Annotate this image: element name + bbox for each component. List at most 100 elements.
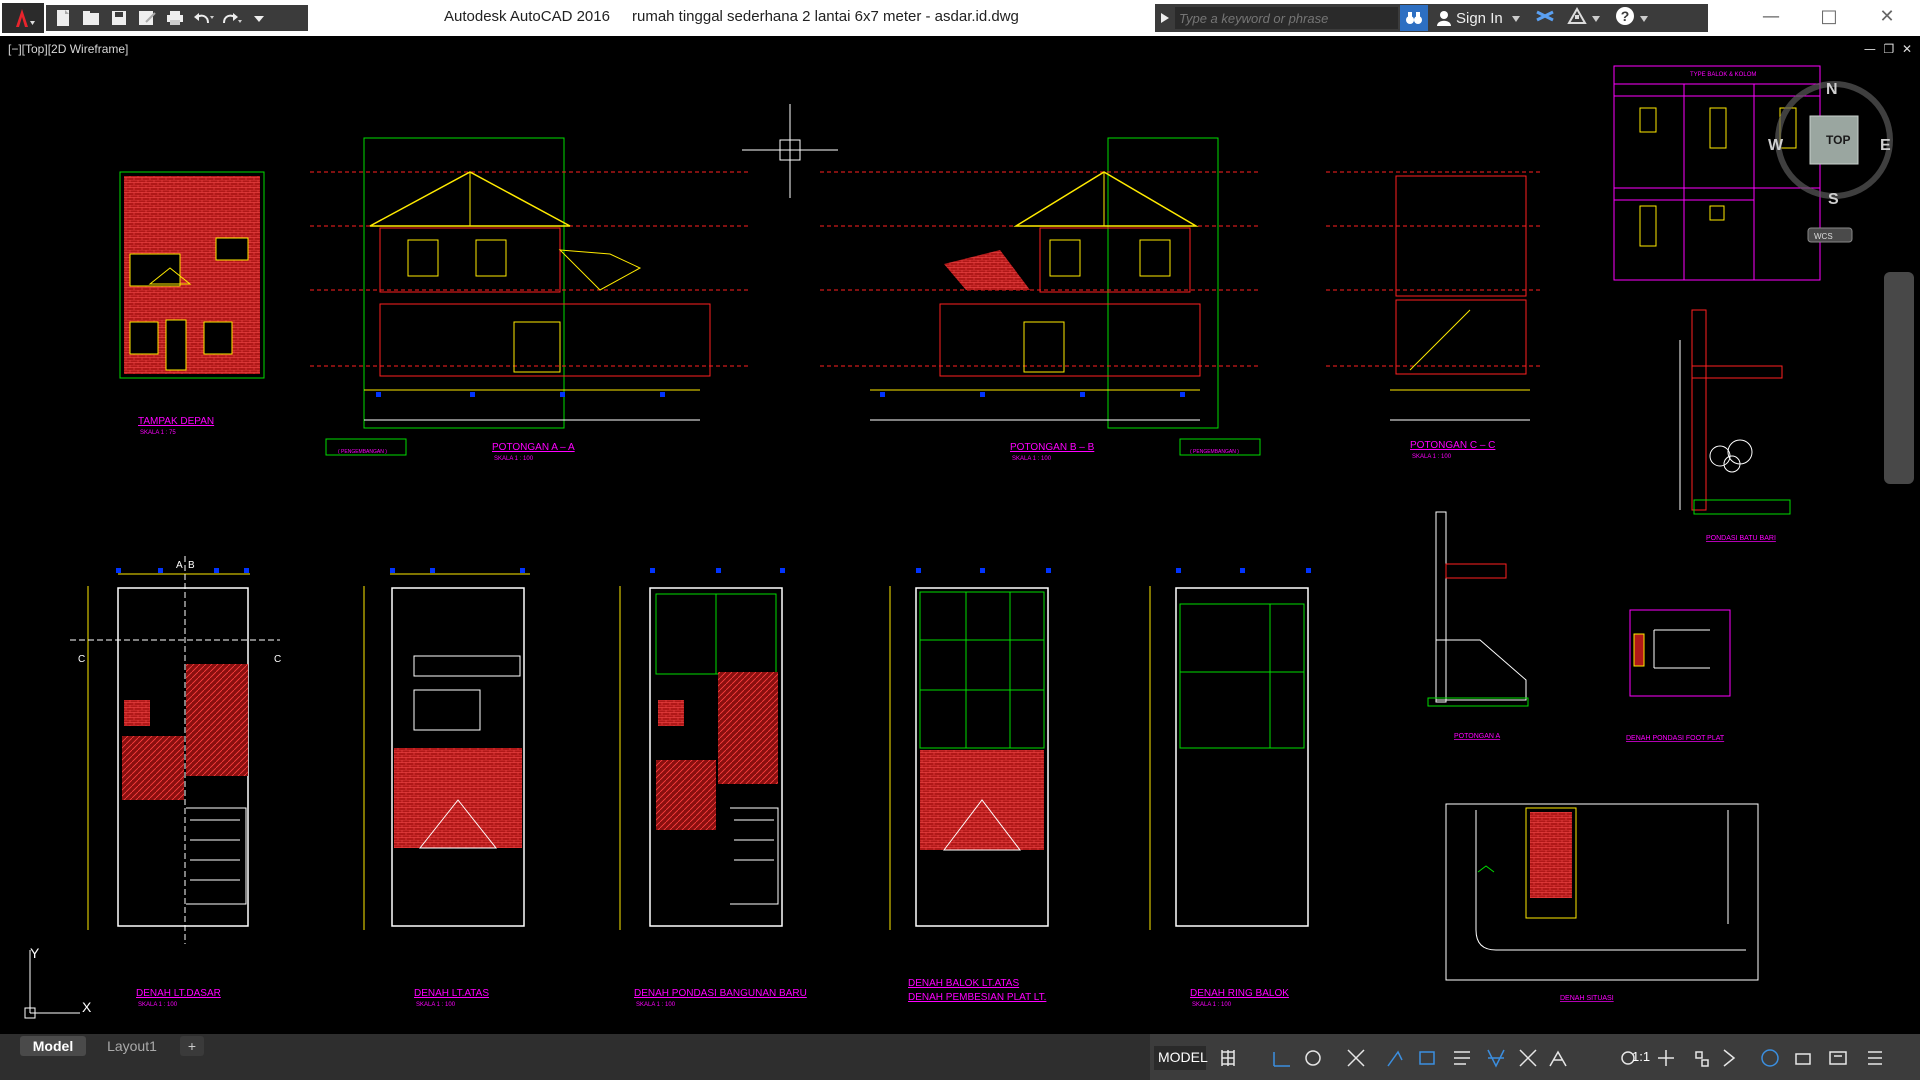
drawing-canvas[interactable]: TAMPAK DEPAN SKALA 1 : 75 ( PENGEMBANGAN… [0, 36, 1920, 1034]
pondasi-batu-detail [1679, 309, 1791, 515]
customize-toolbar-chevron-icon[interactable] [248, 8, 270, 28]
title-pondasi-foot-plat: DENAH PONDASI FOOT PLAT [1626, 735, 1725, 742]
viewcube-face-label[interactable]: TOP [1826, 133, 1850, 147]
title-bar: Autodesk AutoCAD 2016 rumah tinggal sede… [0, 0, 1920, 36]
navigation-bar[interactable] [1884, 272, 1914, 484]
title-denah-ring-balok: DENAH RING BALOK [1190, 988, 1289, 999]
title-potongan-aa: POTONGAN A – A [492, 442, 575, 453]
tab-layout1[interactable]: Layout1 [92, 1036, 172, 1056]
title-denah-balok-1: DENAH BALOK LT.ATAS [908, 978, 1019, 989]
scale-denah-pondasi: SKALA 1 : 100 [636, 1002, 676, 1008]
help-icon[interactable]: ? [1615, 6, 1635, 30]
scale-potongan-aa: SKALA 1 : 100 [494, 456, 534, 462]
save-icon[interactable] [108, 8, 130, 28]
title-denah-lt-atas: DENAH LT.ATAS [414, 988, 489, 999]
user-icon[interactable] [1436, 10, 1452, 26]
scale-denah-lt-dasar: SKALA 1 : 100 [138, 1002, 178, 1008]
title-potongan-a: POTONGAN A [1454, 733, 1500, 740]
denah-situasi-plan [1445, 803, 1759, 981]
new-file-icon[interactable] [52, 8, 74, 28]
compass-north[interactable]: N [1826, 81, 1838, 98]
ucs-x-label: X [82, 999, 92, 1015]
potongan-bb-section [820, 137, 1260, 429]
compass-west[interactable]: W [1768, 137, 1784, 154]
title-denah-situasi: DENAH SITUASI [1560, 995, 1614, 1002]
grid-icon[interactable] [1221, 1050, 1235, 1066]
svg-text:C: C [78, 654, 85, 665]
quick-access-toolbar [46, 5, 308, 31]
customization-menu-icon[interactable] [1868, 1051, 1882, 1065]
annotation-visibility-icon[interactable] [1487, 1049, 1505, 1068]
potongan-a-detail [1427, 511, 1529, 707]
annotation-scale-value[interactable]: 1:1 [1632, 1049, 1650, 1064]
open-file-icon[interactable] [80, 8, 102, 28]
save-as-icon[interactable] [136, 8, 158, 28]
auto-scale-icon[interactable] [1519, 1049, 1537, 1067]
a360-icon[interactable] [1566, 6, 1587, 29]
svg-text:B: B [188, 560, 195, 571]
minimize-button[interactable]: — [1751, 6, 1791, 30]
title-potongan-cc: POTONGAN C – C [1410, 440, 1495, 451]
scale-potongan-bb: SKALA 1 : 100 [1012, 456, 1052, 462]
grid-markers [116, 392, 1311, 573]
undo-icon[interactable] [192, 8, 214, 28]
annotation-monitor-icon[interactable] [1658, 1050, 1674, 1066]
pondasi-foot-plat-detail [1629, 609, 1731, 697]
lineweight-icon[interactable] [1454, 1051, 1470, 1065]
polar-icon[interactable] [1305, 1050, 1321, 1066]
title-type-balok-kolom: TYPE BALOK & KOLOM [1690, 72, 1756, 78]
search-input[interactable] [1175, 7, 1401, 29]
label-pengembangan-1: ( PENGEMBANGAN ) [338, 449, 387, 455]
app-title: Autodesk AutoCAD 2016 [444, 8, 610, 25]
potongan-cc-section [1326, 171, 1540, 421]
add-layout-button[interactable]: + [180, 1036, 204, 1056]
denah-ring-balok-plan [1149, 586, 1309, 930]
osnap-icon[interactable] [1347, 1049, 1365, 1067]
close-button[interactable]: ✕ [1867, 6, 1907, 30]
sign-in-dropdown-icon[interactable] [1511, 10, 1521, 27]
exchange-apps-icon[interactable] [1535, 8, 1555, 28]
print-icon[interactable] [164, 8, 186, 28]
scale-potongan-cc: SKALA 1 : 100 [1412, 454, 1452, 460]
a360-dropdown-icon[interactable] [1591, 10, 1601, 27]
isolate-objects-icon[interactable] [1761, 1049, 1779, 1067]
units-icon[interactable] [1695, 1051, 1709, 1067]
crosshair-cursor [742, 104, 838, 198]
document-title: rumah tinggal sederhana 2 lantai 6x7 met… [632, 8, 1019, 25]
help-dropdown-icon[interactable] [1639, 10, 1649, 27]
expand-arrow-icon[interactable] [1159, 12, 1171, 24]
denah-lt-atas-plan [363, 573, 530, 930]
title-pondasi-batu: PONDASI BATU BARI [1706, 535, 1776, 542]
denah-pondasi-plan [619, 586, 783, 930]
denah-balok-plan [889, 586, 1049, 930]
command-strip [0, 1058, 1150, 1080]
title-denah-balok-2: DENAH PEMBESIAN PLAT LT. [908, 992, 1046, 1003]
search-box [1155, 4, 1401, 32]
wcs-label[interactable]: WCS [1814, 232, 1833, 241]
autocad-window: Autodesk AutoCAD 2016 rumah tinggal sede… [0, 0, 1920, 1080]
denah-lt-dasar-plan: A B C C [70, 556, 281, 944]
title-tampak-depan: TAMPAK DEPAN [138, 416, 214, 427]
binoculars-icon[interactable] [1400, 5, 1428, 31]
ortho-icon[interactable] [1273, 1052, 1290, 1067]
tab-model[interactable]: Model [20, 1036, 86, 1056]
otrack-icon[interactable] [1387, 1050, 1403, 1067]
tampak-depan-elevation [119, 171, 265, 379]
autocad-logo-icon[interactable] [2, 3, 44, 33]
redo-icon[interactable] [220, 8, 242, 28]
info-center: Sign In ? [1398, 4, 1708, 32]
hardware-acceleration-icon[interactable] [1795, 1053, 1811, 1065]
sign-in-link[interactable]: Sign In [1456, 10, 1503, 27]
maximize-button[interactable]: □ [1809, 6, 1849, 30]
scale-denah-lt-atas: SKALA 1 : 100 [416, 1002, 456, 1008]
ducs-icon[interactable] [1419, 1051, 1435, 1065]
quick-properties-icon[interactable] [1723, 1049, 1736, 1067]
model-space-toggle[interactable]: MODEL [1158, 1049, 1208, 1065]
svg-text:?: ? [1620, 8, 1629, 24]
label-pengembangan-2: ( PENGEMBANGAN ) [1190, 449, 1239, 455]
compass-south[interactable]: S [1828, 191, 1839, 208]
compass-east[interactable]: E [1880, 137, 1891, 154]
clean-screen-icon[interactable] [1829, 1051, 1847, 1065]
annotation-scale-icon[interactable] [1549, 1050, 1567, 1067]
scale-denah-ring-balok: SKALA 1 : 100 [1192, 1002, 1232, 1008]
